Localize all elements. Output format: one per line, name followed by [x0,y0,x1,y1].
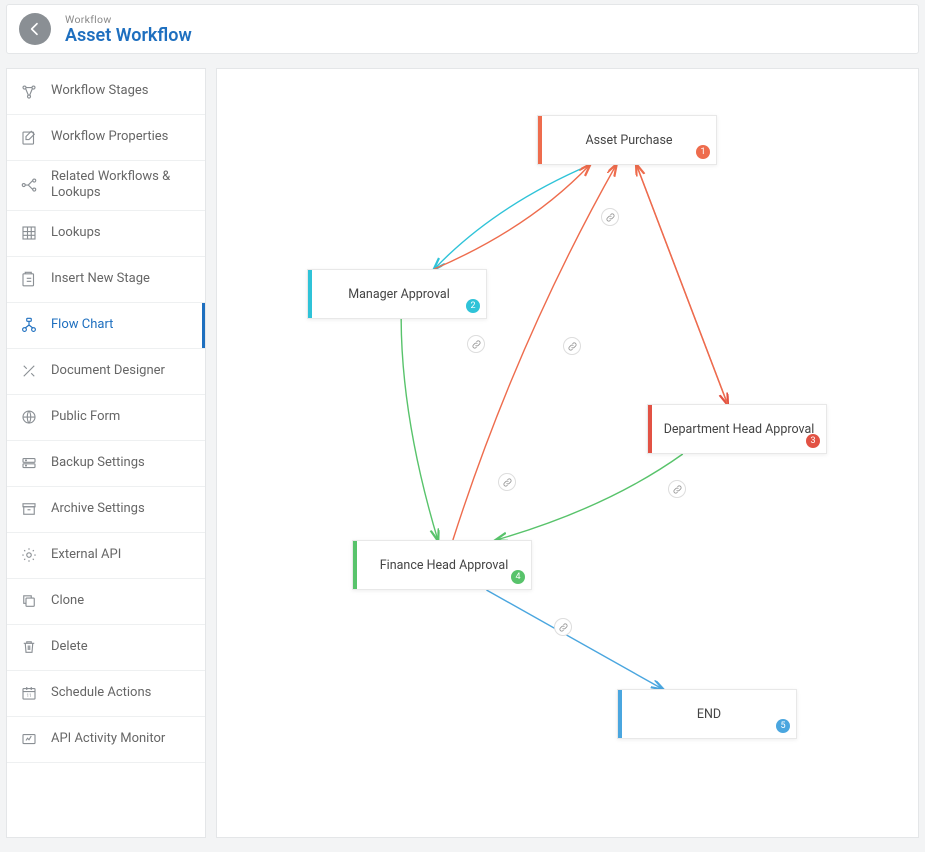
sidebar-item-workflow-stages[interactable]: Workflow Stages [7,69,205,115]
flow-node-department-head-approval[interactable]: Department Head Approval3 [647,404,827,454]
link-icon[interactable] [498,473,516,491]
sidebar-item-label: Public Form [51,409,120,425]
sidebar-item-backup-settings[interactable]: Backup Settings [7,441,205,487]
clone-icon [19,591,39,611]
sidebar-item-public-form[interactable]: Public Form [7,395,205,441]
edit-icon [19,128,39,148]
flow-node-finance-head-approval[interactable]: Finance Head Approval4 [352,540,532,590]
sidebar-item-label: Schedule Actions [51,685,151,701]
sidebar-item-workflow-properties[interactable]: Workflow Properties [7,115,205,161]
grid-icon [19,223,39,243]
archive-icon [19,499,39,519]
design-icon [19,361,39,381]
link-icon[interactable] [467,335,485,353]
sidebar-item-label: Document Designer [51,363,165,379]
node-label: Department Head Approval [652,422,826,437]
flow-link-department-head-approval-to-asset-purchase[interactable] [637,165,728,404]
svg-text:11: 11 [26,693,31,699]
sidebar-item-flow-chart[interactable]: Flow Chart [7,303,205,349]
link-icon[interactable] [554,618,572,636]
flow-node-end[interactable]: END5 [617,689,797,739]
sidebar-item-label: Workflow Stages [51,83,148,99]
branch-icon [19,175,39,195]
sidebar-item-label: Lookups [51,225,101,241]
node-label: END [622,707,796,722]
page-title: Asset Workflow [65,25,192,46]
node-number-badge: 5 [776,719,790,733]
flow-link-department-head-approval-to-finance-head-approval[interactable] [496,454,683,540]
sidebar-item-document-designer[interactable]: Document Designer [7,349,205,395]
node-number-badge: 2 [466,299,480,313]
flow-link-manager-approval-to-asset-purchase[interactable] [434,165,589,269]
flow-link-asset-purchase-to-manager-approval[interactable] [434,165,589,269]
link-icon[interactable] [668,480,686,498]
sidebar-item-label: API Activity Monitor [51,731,165,747]
flow-node-asset-purchase[interactable]: Asset Purchase1 [537,115,717,165]
sidebar-item-label: Archive Settings [51,501,145,517]
link-icon[interactable] [563,337,581,355]
sidebar-item-label: Delete [51,639,88,655]
network-icon [19,82,39,102]
link-icon[interactable] [601,208,619,226]
sidebar-item-api-activity-monitor[interactable]: API Activity Monitor [7,717,205,763]
sidebar-item-label: Backup Settings [51,455,145,471]
node-number-badge: 3 [806,434,820,448]
flowchart-icon [19,315,39,335]
backup-icon [19,453,39,473]
node-number-badge: 4 [511,570,525,584]
sidebar-item-delete[interactable]: Delete [7,625,205,671]
page-header: Workflow Asset Workflow [6,4,919,54]
sidebar-item-lookups[interactable]: Lookups [7,211,205,257]
back-button[interactable] [19,13,51,45]
node-label: Finance Head Approval [357,558,531,573]
sidebar-item-external-api[interactable]: External API [7,533,205,579]
flow-node-manager-approval[interactable]: Manager Approval2 [307,269,487,319]
sidebar-item-label: Insert New Stage [51,271,150,287]
sidebar-item-archive-settings[interactable]: Archive Settings [7,487,205,533]
stage-icon [19,269,39,289]
sidebar-item-schedule-actions[interactable]: 11 Schedule Actions [7,671,205,717]
sidebar-item-label: Clone [51,593,84,609]
node-label: Manager Approval [312,287,486,302]
sidebar-item-clone[interactable]: Clone [7,579,205,625]
gear-icon [19,545,39,565]
trash-icon [19,637,39,657]
monitor-icon [19,729,39,749]
node-number-badge: 1 [696,145,710,159]
sidebar-item-label: Flow Chart [51,317,113,333]
calendar-icon: 11 [19,683,39,703]
globe-icon [19,407,39,427]
node-label: Asset Purchase [542,133,716,148]
sidebar-item-label: Related Workflows & Lookups [51,169,193,202]
arrow-left-icon [27,21,43,37]
flowchart-canvas[interactable]: Asset Purchase1 Manager Approval2 Departme… [216,68,919,838]
sidebar-item-label: External API [51,547,121,563]
flow-link-finance-head-approval-to-end[interactable] [486,590,662,689]
sidebar: Workflow Stages Workflow Properties Relate… [6,68,206,838]
sidebar-item-label: Workflow Properties [51,129,168,145]
sidebar-item-insert-new-stage[interactable]: Insert New Stage [7,257,205,303]
sidebar-item-related-workflows[interactable]: Related Workflows & Lookups [7,161,205,211]
flow-link-manager-approval-to-finance-head-approval[interactable] [401,319,438,540]
